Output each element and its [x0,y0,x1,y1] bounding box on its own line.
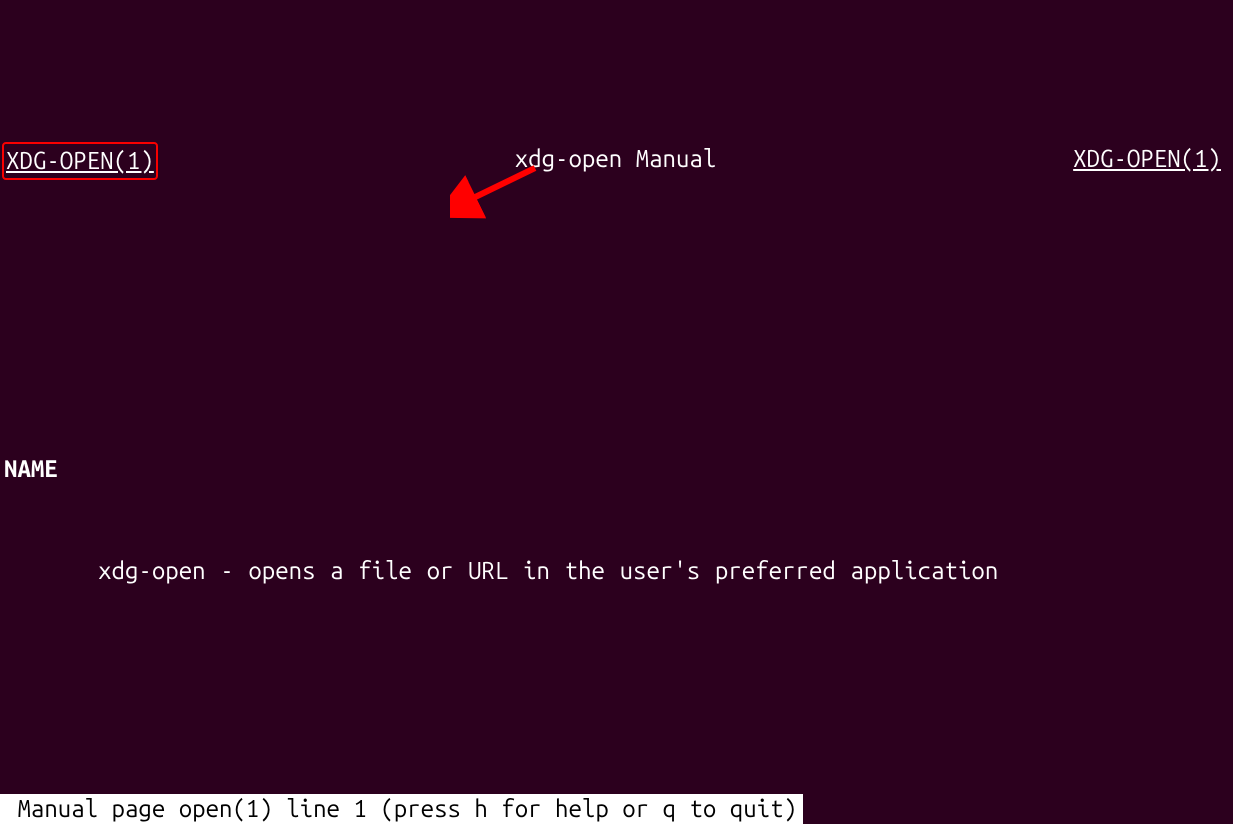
manpage-header: XDG-OPEN(1) xdg-open Manual XDG-OPEN(1) [4,142,1229,180]
section-name-text: xdg-open - opens a file or URL in the us… [4,554,1120,588]
manpage-content: XDG-OPEN(1) xdg-open Manual XDG-OPEN(1) … [0,0,1233,824]
manpage-header-center: xdg-open Manual [158,142,1073,180]
manpage-header-right: XDG-OPEN(1) [1073,142,1229,180]
section-name-heading: NAME [4,452,1229,486]
terminal-manpage[interactable]: XDG-OPEN(1) xdg-open Manual XDG-OPEN(1) … [0,0,1233,824]
manpage-status-bar: Manual page open(1) line 1 (press h for … [0,794,803,824]
manpage-header-left: XDG-OPEN(1) [2,142,158,180]
